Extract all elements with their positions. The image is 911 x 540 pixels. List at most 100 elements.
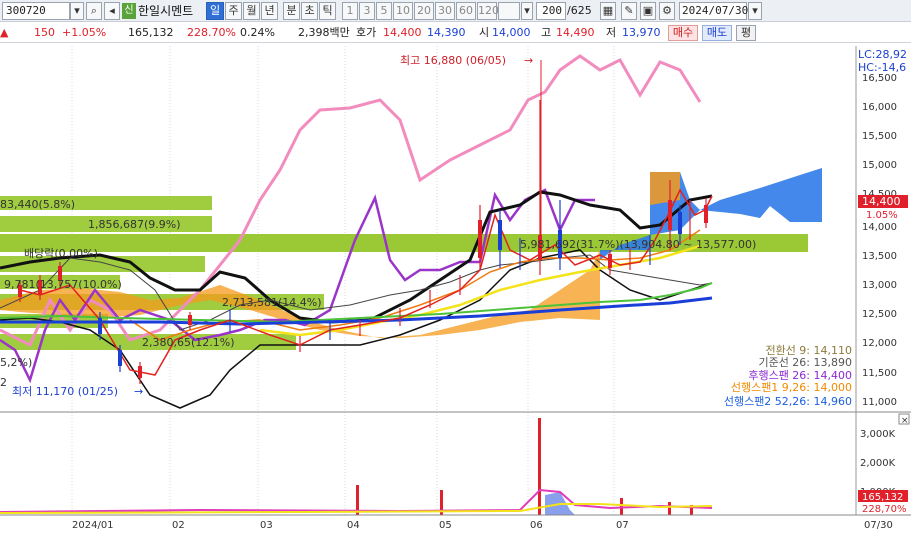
total-count: /625 (567, 4, 592, 17)
minute-option-3[interactable]: 3 (359, 2, 375, 20)
buy-button[interactable]: 매수 (668, 25, 698, 41)
volume-tick: 3,000K (860, 429, 896, 440)
credit-badge: 신 (122, 3, 136, 19)
price-tick: 13,000 (862, 280, 897, 291)
x-tick: 2024/01 (72, 520, 114, 531)
minute-option-30[interactable]: 30 (435, 2, 455, 20)
code-dropdown-icon[interactable]: ▾ (70, 2, 84, 20)
price-tick: 12,500 (862, 309, 897, 320)
profile-label: 2,713,581(14.4%) (222, 296, 322, 309)
price-tick: 15,000 (862, 160, 897, 171)
tab-week[interactable]: 주 (225, 2, 242, 20)
minute-option-10[interactable]: 10 (393, 2, 413, 20)
ask-label: 호가 (356, 26, 377, 39)
minute-option-20[interactable]: 20 (414, 2, 434, 20)
save-icon[interactable]: ▣ (640, 2, 656, 20)
x-tick: 04 (347, 520, 360, 531)
x-tick: 06 (530, 520, 543, 531)
profile-label: 2,380,65(12.1%) (142, 336, 235, 349)
x-axis: 2024/01 02 03 04 05 06 07 07/30 (72, 520, 893, 531)
speaker-icon[interactable]: ◂ (104, 2, 120, 20)
ichimoku-legend: 전환선 9: 14,110 기준선 26: 13,890 후행스팬 26: 14… (724, 344, 852, 408)
profile-label: 83,440(5.8%) (0, 198, 75, 211)
stock-code-input[interactable]: 300720 (2, 2, 70, 20)
price-tick: 16,500 (862, 73, 897, 84)
custom-period-field[interactable] (498, 2, 520, 20)
turnover: 0.24% (240, 26, 275, 39)
bid-price: 14,390 (427, 26, 466, 39)
volume-axis: 3,000K 2,000K 1,000K (860, 429, 896, 498)
price-axis: 16,500 16,000 15,500 15,000 14,500 14,00… (862, 73, 897, 408)
x-end-label: 07/30 (864, 520, 893, 531)
tab-second[interactable]: 초 (301, 2, 318, 20)
minute-option-5[interactable]: 5 (376, 2, 392, 20)
high-price: 14,490 (556, 26, 595, 39)
x-tick: 07 (616, 520, 629, 531)
stock-name: 한일시멘트 (138, 4, 194, 18)
hc-readout: HC:-14,6 (858, 61, 906, 74)
dividend-note: 배당락(0.00%) (24, 247, 98, 260)
volume-ratio: 228.70% (187, 26, 236, 39)
ichimoku-legend-item: 선행스팬2 52,26: 14,960 (724, 395, 852, 408)
minute-option-1[interactable]: 1 (342, 2, 358, 20)
search-icon[interactable]: ⌕ (86, 2, 102, 20)
price-tick: 15,500 (862, 131, 897, 142)
flat-button[interactable]: 평 (736, 25, 756, 41)
period-dropdown-icon[interactable]: ▾ (521, 2, 533, 20)
volume: 165,132 (128, 26, 174, 39)
trade-amount: 2,398백만 (298, 26, 350, 39)
tab-day[interactable]: 일 (206, 2, 224, 20)
pane-close-glyph: × (901, 416, 909, 426)
high-arrow-icon: → (524, 54, 533, 67)
price-tick: 11,500 (862, 368, 897, 379)
profile-label: 5,2%) (0, 356, 32, 369)
low-arrow-icon: → (134, 385, 143, 398)
low-price: 13,970 (622, 26, 661, 39)
sell-button[interactable]: 매도 (702, 25, 732, 41)
profile-label: 9,781(13,757(10.0%) (4, 278, 122, 291)
minute-option-120[interactable]: 120 (477, 2, 499, 20)
price-tick: 13,500 (862, 251, 897, 262)
draw-tool-icon[interactable]: ✎ (621, 2, 637, 20)
stock-chart[interactable]: 최고 16,880 (06/05) → 최저 11,170 (01/25) → … (0, 44, 911, 540)
ichimoku-legend-item: 기준선 26: 13,890 (758, 356, 852, 369)
tab-month[interactable]: 월 (243, 2, 260, 20)
volume-pct: 228,70% (862, 504, 907, 515)
tab-year[interactable]: 년 (261, 2, 278, 20)
high-note: 최고 16,880 (06/05) (400, 54, 506, 67)
change-pct: +1.05% (62, 26, 107, 39)
lc-readout: LC:28,92 (858, 48, 907, 61)
tab-minute[interactable]: 분 (283, 2, 300, 20)
grid-icon[interactable]: ▦ (600, 2, 616, 20)
chart-toolbar: 300720 ▾ ⌕ ◂ 신 한일시멘트 일 주 월 년 분 초 틱 1 3 5… (0, 0, 911, 22)
profile-label: 2 (0, 376, 7, 389)
change-abs: 150 (34, 26, 55, 39)
count-input[interactable]: 200 (536, 2, 566, 20)
gear-icon[interactable]: ⚙ (659, 2, 675, 20)
x-tick: 02 (172, 520, 185, 531)
volume-tick: 2,000K (860, 458, 896, 469)
x-tick: 05 (439, 520, 452, 531)
current-price: 14,400 (862, 195, 901, 208)
open-price: 14,000 (492, 26, 531, 39)
volume-bars (0, 418, 713, 515)
change-arrow-icon: ▲ (0, 26, 9, 39)
profile-label: 1,856,687(9.9%) (88, 218, 181, 231)
quote-bar: ▲ 150 +1.05% 165,132 228.70% 0.24% 2,398… (0, 23, 911, 43)
ask-price: 14,400 (383, 26, 422, 39)
date-input[interactable]: 2024/07/30 (679, 2, 748, 20)
chart-canvas: 최고 16,880 (06/05) → 최저 11,170 (01/25) → … (0, 46, 911, 531)
current-pct: 1.05% (866, 210, 898, 221)
low-note: 최저 11,170 (01/25) (12, 385, 118, 398)
price-tick: 11,000 (862, 397, 897, 408)
price-tick: 16,000 (862, 102, 897, 113)
current-volume: 165,132 (862, 492, 903, 503)
range-note: 5,981,692(31.7%)(13,904.80 ~ 13,577.00) (520, 238, 756, 251)
high-label: 고 (541, 26, 552, 39)
low-label: 저 (606, 26, 617, 39)
ichimoku-legend-item: 선행스팬1 9,26: 14,000 (731, 381, 852, 394)
calendar-dropdown-icon[interactable]: ▾ (748, 2, 762, 20)
open-label: 시 (479, 26, 490, 39)
minute-option-60[interactable]: 60 (456, 2, 476, 20)
tab-tick[interactable]: 틱 (319, 2, 336, 20)
